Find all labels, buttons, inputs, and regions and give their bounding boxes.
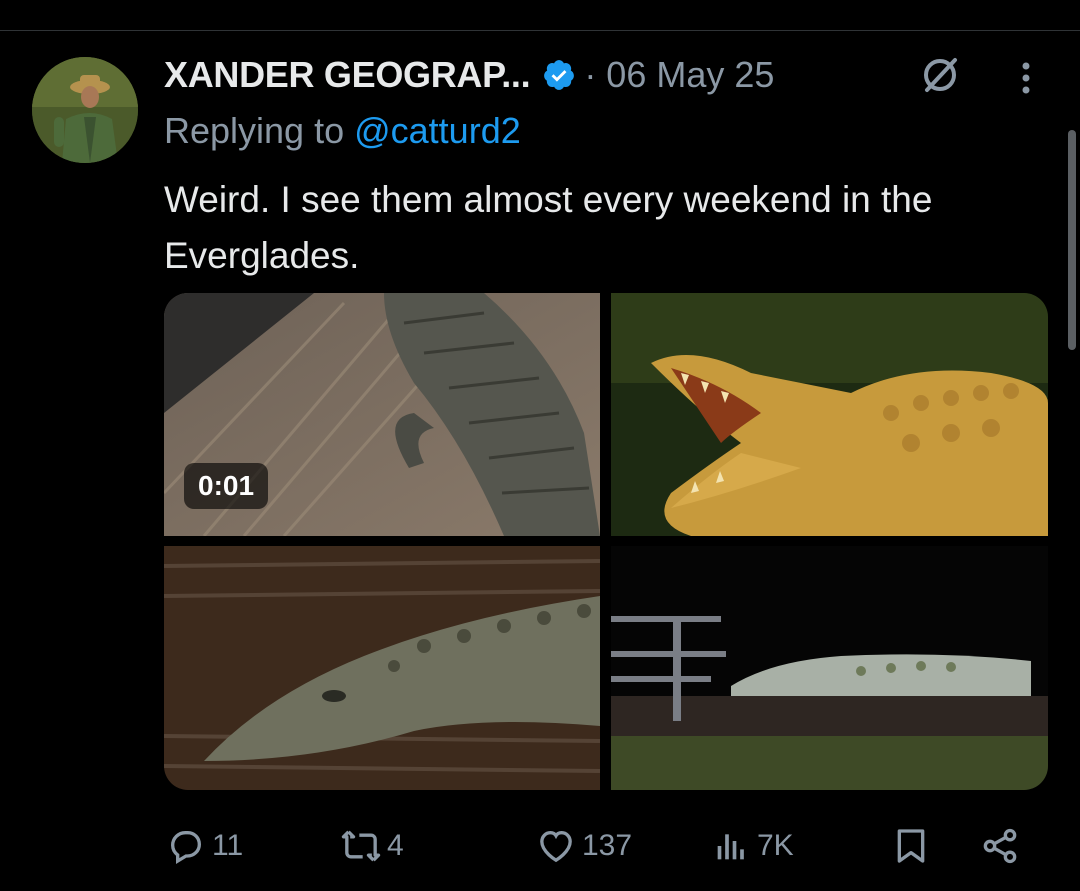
verified-badge-icon [542, 58, 576, 92]
replying-to-label: Replying to [164, 110, 355, 151]
view-count: 7K [757, 829, 794, 862]
media-image-night[interactable] [611, 546, 1048, 790]
like-button[interactable]: 137 [536, 818, 632, 874]
tweet-date[interactable]: · 06 May 25 [584, 54, 774, 96]
reply-button[interactable]: 11 [166, 818, 243, 874]
views-button[interactable]: 7K [711, 818, 794, 874]
top-divider [0, 30, 1080, 31]
reply-count: 11 [212, 829, 244, 862]
repost-button[interactable]: 4 [341, 818, 404, 874]
repost-icon [341, 830, 381, 862]
media-grid: 0:01 [164, 293, 1048, 790]
avatar[interactable] [32, 57, 138, 163]
share-button[interactable] [980, 818, 1020, 874]
display-name[interactable]: XANDER GEOGRAP... [164, 54, 531, 96]
reply-icon [170, 831, 202, 864]
like-icon [540, 830, 572, 863]
video-duration-badge: 0:01 [184, 463, 269, 509]
tweet-actions: 11 4 137 7K [0, 818, 1080, 874]
like-count: 137 [582, 829, 633, 862]
more-icon[interactable] [1011, 56, 1041, 100]
bookmark-icon [897, 829, 925, 863]
grok-icon[interactable] [918, 53, 962, 97]
repost-count: 4 [387, 829, 404, 862]
views-icon [717, 834, 744, 860]
replying-to: Replying to @catturd2 [164, 110, 521, 152]
media-image-open-jaws[interactable] [611, 293, 1048, 536]
media-video-thumbnail[interactable]: 0:01 [164, 293, 600, 536]
scrollbar[interactable] [1068, 130, 1076, 350]
tweet-header: XANDER GEOGRAP... · 06 May 25 [164, 52, 774, 98]
tweet-text: Weird. I see them almost every weekend i… [164, 179, 933, 276]
share-icon [983, 828, 1017, 864]
reply-handle-link[interactable]: @catturd2 [354, 110, 521, 151]
bookmark-button[interactable] [891, 818, 931, 874]
media-image-swimming[interactable] [164, 546, 600, 790]
